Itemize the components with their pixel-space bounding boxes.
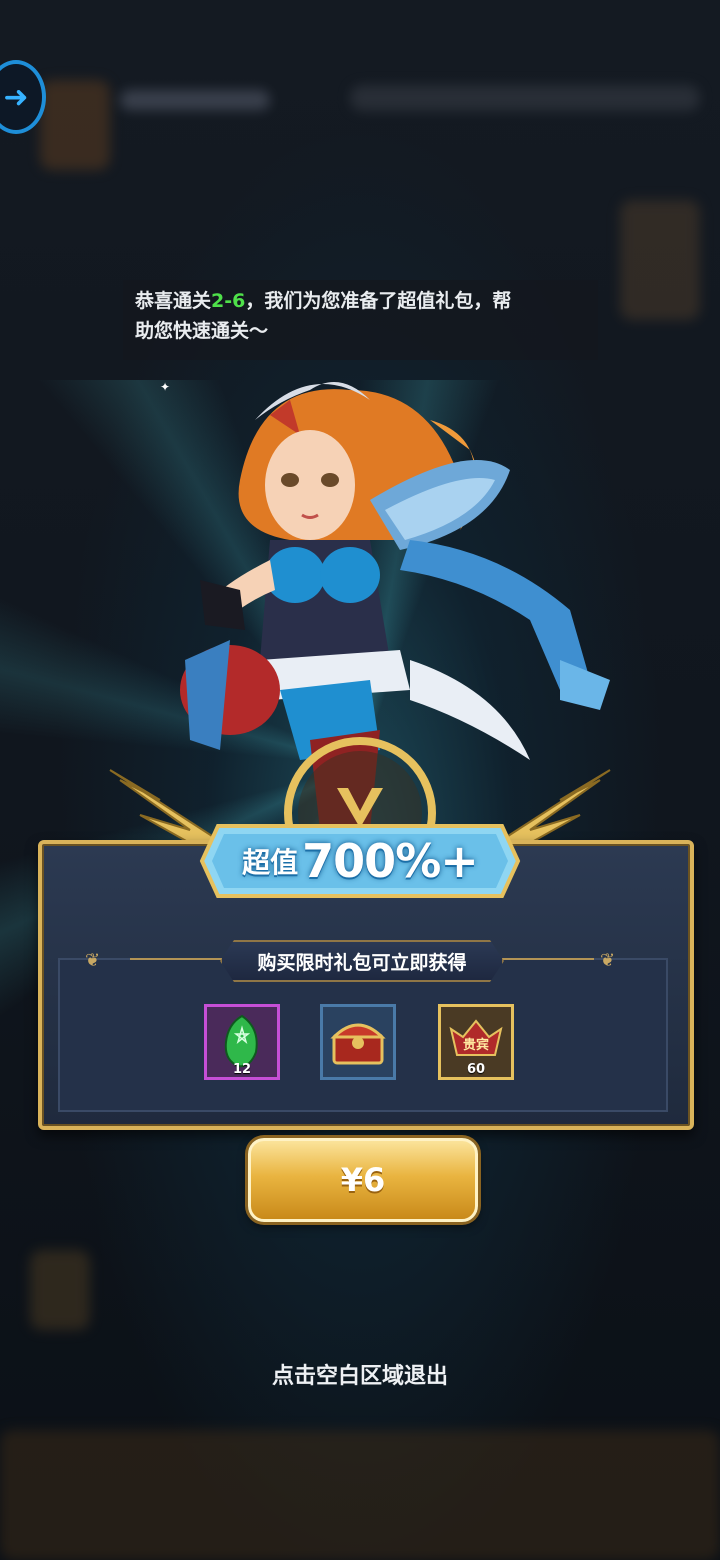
buy-button[interactable]: ¥6 xyxy=(248,1138,478,1222)
value-label: 超值 700%+ xyxy=(198,820,522,902)
tip-line2: 助您快速通关～ xyxy=(135,320,269,342)
bg-blur xyxy=(0,1430,720,1560)
bg-blur xyxy=(120,90,270,110)
arrow-right-icon: ➜ xyxy=(3,79,29,115)
exit-hint: 点击空白区域退出 xyxy=(271,1364,448,1389)
reward-item[interactable] xyxy=(320,1004,396,1080)
sparkle-icon: ✦ xyxy=(160,380,171,394)
treasure-chest-icon xyxy=(330,1023,386,1065)
bg-blur xyxy=(40,80,110,170)
bg-blur xyxy=(620,200,700,320)
bg-blur xyxy=(350,85,700,111)
vip-badge-icon: 贵宾 xyxy=(449,1019,503,1056)
vip-badge-text: 贵宾 xyxy=(463,1037,489,1053)
tip-stage: 2-6 xyxy=(211,290,246,312)
reward-count: 12 xyxy=(232,1062,252,1077)
reward-count: 60 xyxy=(466,1062,486,1077)
divider-right xyxy=(498,958,594,960)
bg-blur xyxy=(30,1250,90,1330)
value-percent: 700%+ xyxy=(302,834,479,888)
ornament-left-icon: ❦ xyxy=(85,950,101,971)
tip-suffix: ，我们为您准备了超值礼包，帮 xyxy=(245,290,512,312)
reward-item[interactable]: 12 xyxy=(204,1004,280,1080)
tip-prefix: 恭喜通关 xyxy=(135,290,212,312)
game-screen[interactable]: ➜ 恭喜通关2-6，我们为您准备了超值礼包，帮 助您快速通关～ ✦ 超值 700… xyxy=(0,0,720,1560)
subtitle: 购买限时礼包可立即获得 xyxy=(220,940,504,982)
value-prefix: 超值 xyxy=(242,846,299,879)
reward-item[interactable]: 贵宾 60 xyxy=(438,1004,514,1080)
ornament-right-icon: ❦ xyxy=(600,950,616,971)
divider-left xyxy=(130,958,222,960)
tip-message: 恭喜通关2-6，我们为您准备了超值礼包，帮 助您快速通关～ xyxy=(123,280,598,360)
